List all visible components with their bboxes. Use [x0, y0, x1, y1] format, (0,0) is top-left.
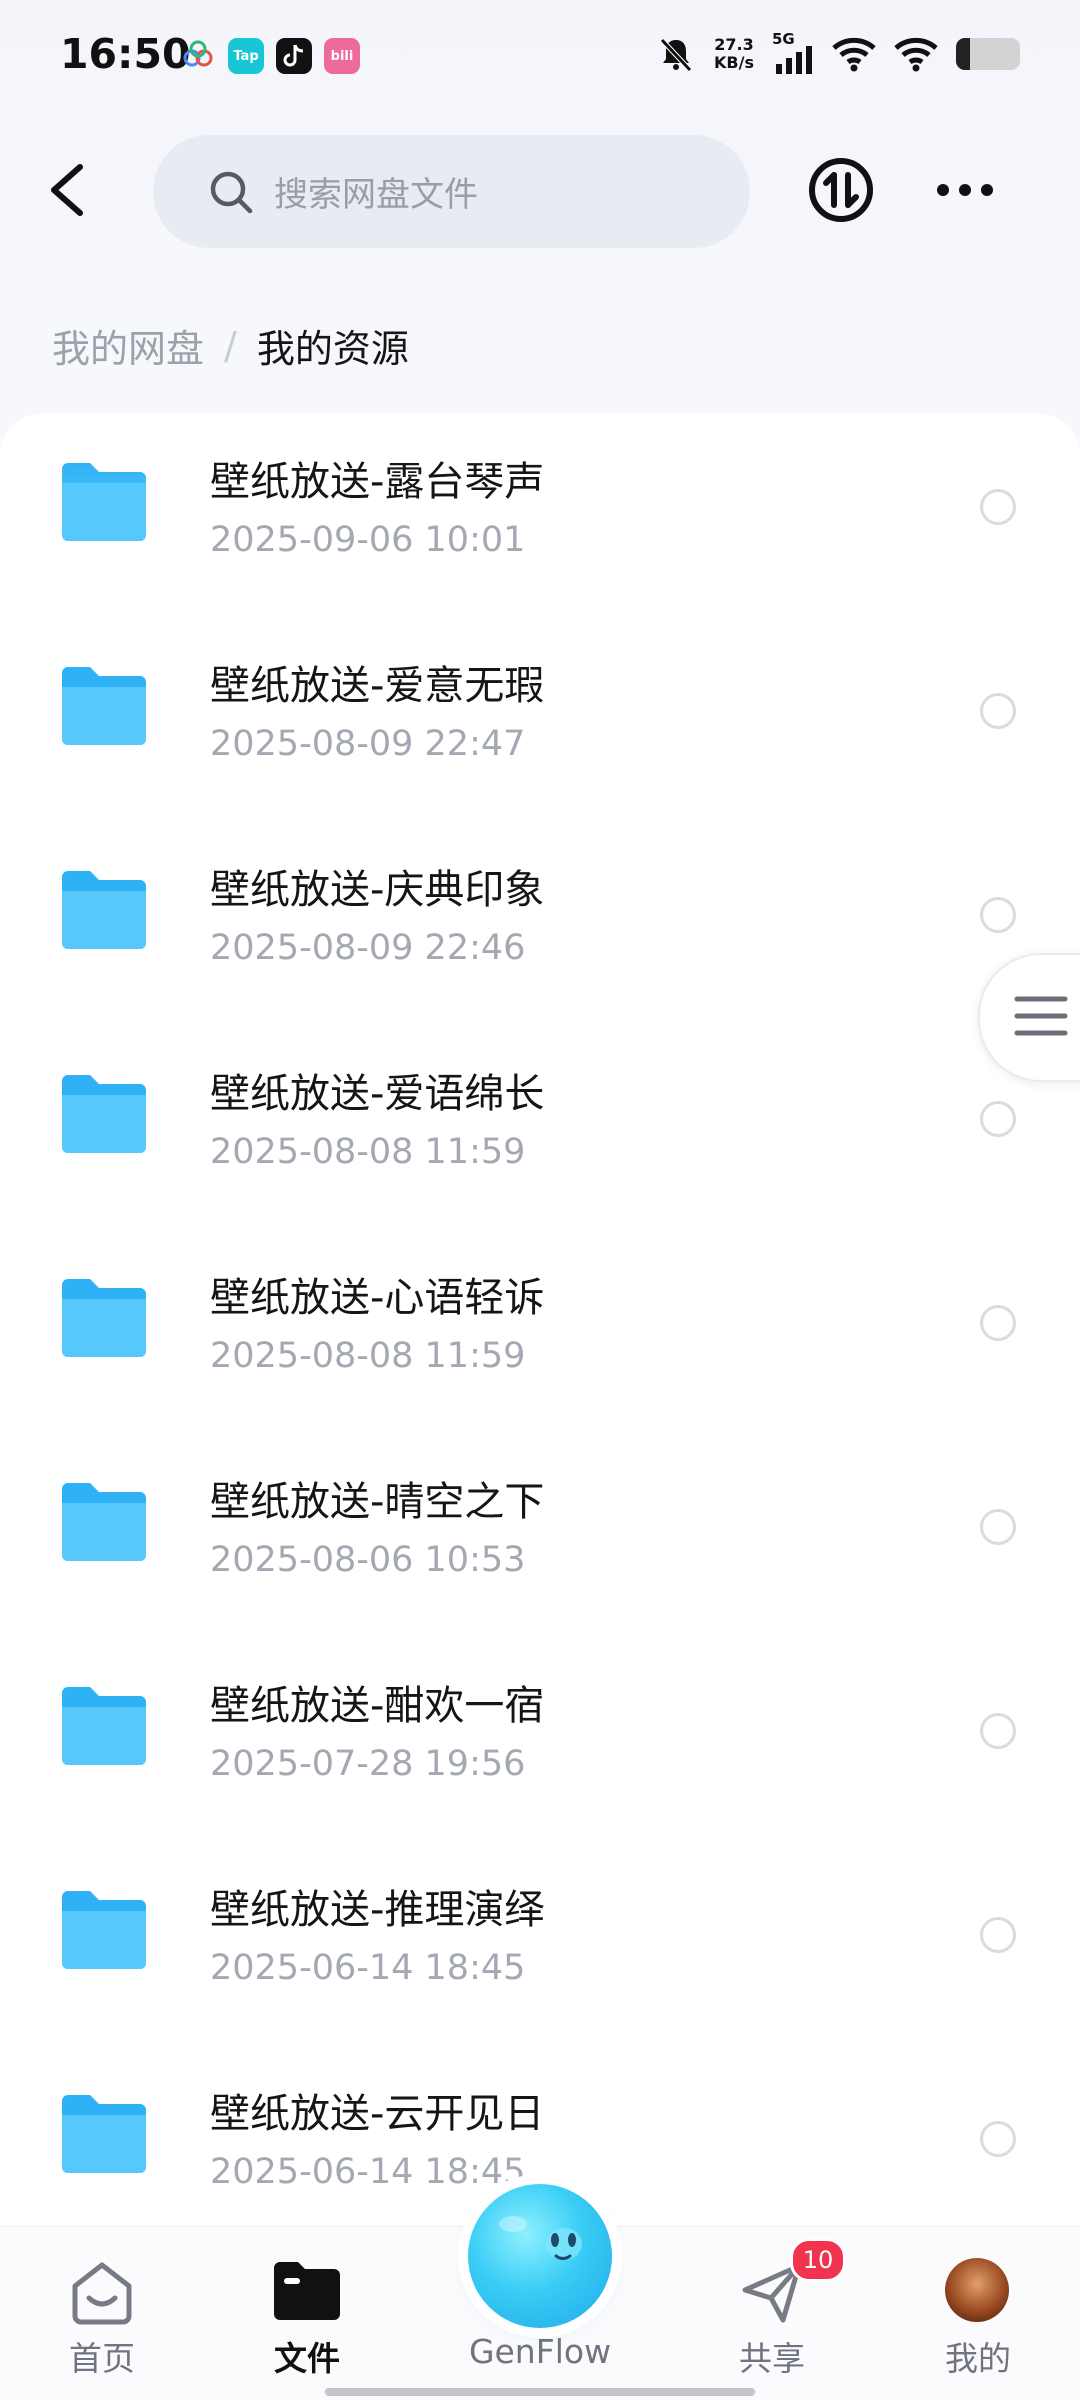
- chevron-left-icon: [51, 164, 83, 216]
- folder-filled-icon: [274, 2262, 340, 2320]
- folder-icon: [62, 667, 146, 745]
- list-item[interactable]: 壁纸放送-庆典印象 2025-08-09 22:46: [0, 821, 1080, 1025]
- nav-home-label: 首页: [69, 2339, 135, 2378]
- file-name: 壁纸放送-心语轻诉: [210, 1275, 545, 1321]
- file-date: 2025-08-08 11:59: [210, 1132, 526, 1172]
- list-item[interactable]: 壁纸放送-晴空之下 2025-08-06 10:53: [0, 1433, 1080, 1637]
- baidu-netdisk-icon: [180, 38, 216, 74]
- genflow-orb-icon[interactable]: [468, 2184, 612, 2328]
- select-checkbox[interactable]: [980, 1101, 1016, 1137]
- more-button[interactable]: [930, 155, 1000, 225]
- header: 搜索网盘文件: [0, 130, 1080, 250]
- breadcrumb: 我的网盘 / 我的资源: [52, 318, 409, 373]
- status-bar: 16:50 Tap bili 27.3 KB/s 5G: [0, 0, 1080, 115]
- nav-home[interactable]: 首页: [2, 2227, 202, 2400]
- list-item[interactable]: 壁纸放送-爱语绵长 2025-08-08 11:59: [0, 1025, 1080, 1229]
- hamburger-icon: [1014, 996, 1068, 1036]
- folder-icon: [62, 463, 146, 541]
- select-checkbox[interactable]: [980, 693, 1016, 729]
- breadcrumb-separator: /: [224, 323, 237, 368]
- file-name: 壁纸放送-庆典印象: [210, 867, 545, 913]
- list-item[interactable]: 壁纸放送-酣欢一宿 2025-07-28 19:56: [0, 1637, 1080, 1841]
- battery-icon: [956, 38, 1020, 70]
- select-checkbox[interactable]: [980, 897, 1016, 933]
- file-date: 2025-08-09 22:47: [210, 724, 526, 764]
- file-date: 2025-09-06 10:01: [210, 520, 526, 560]
- wifi-icon-2: [894, 37, 938, 72]
- file-date: 2025-08-06 10:53: [210, 1540, 526, 1580]
- nav-share-label: 共享: [739, 2339, 805, 2378]
- breadcrumb-root[interactable]: 我的网盘: [52, 318, 204, 373]
- search-placeholder: 搜索网盘文件: [274, 175, 478, 215]
- list-item[interactable]: 壁纸放送-露台琴声 2025-09-06 10:01: [0, 413, 1080, 617]
- folder-icon: [62, 1279, 146, 1357]
- back-button[interactable]: [40, 155, 100, 225]
- nav-genflow-label: GenFlow: [468, 2332, 612, 2371]
- file-date: 2025-08-08 11:59: [210, 1336, 526, 1376]
- status-indicators: 27.3 KB/s 5G: [656, 30, 1020, 74]
- file-name: 壁纸放送-推理演绎: [210, 1887, 545, 1933]
- file-name: 壁纸放送-爱语绵长: [210, 1071, 545, 1117]
- avatar[interactable]: [945, 2258, 1009, 2322]
- folder-icon: [62, 871, 146, 949]
- nav-files-label: 文件: [274, 2339, 340, 2378]
- folder-icon: [62, 1483, 146, 1561]
- file-name: 壁纸放送-晴空之下: [210, 1479, 545, 1525]
- nav-mine-label: 我的: [945, 2339, 1011, 2378]
- list-item[interactable]: 壁纸放送-爱意无瑕 2025-08-09 22:47: [0, 617, 1080, 821]
- select-checkbox[interactable]: [980, 2121, 1016, 2157]
- transfer-button[interactable]: [806, 155, 876, 225]
- select-checkbox[interactable]: [980, 489, 1016, 525]
- file-date: 2025-06-14 18:45: [210, 1948, 526, 1988]
- share-badge: 10: [790, 2238, 846, 2282]
- file-name: 壁纸放送-爱意无瑕: [210, 663, 545, 709]
- folder-icon: [62, 1891, 146, 1969]
- nav-files[interactable]: 文件: [207, 2227, 407, 2400]
- signal-5g-icon: 5G: [772, 30, 814, 74]
- file-name: 壁纸放送-云开见日: [210, 2091, 545, 2137]
- search-icon: [210, 171, 253, 213]
- mute-bell-icon: [660, 38, 692, 72]
- more-dots-icon: [937, 184, 993, 196]
- transfer-icon: [809, 158, 873, 222]
- file-name: 壁纸放送-露台琴声: [210, 459, 545, 505]
- status-app-icons: Tap bili: [180, 38, 360, 74]
- folder-icon: [62, 1687, 146, 1765]
- net-speed: 27.3 KB/s: [714, 35, 754, 72]
- wifi-icon: [832, 37, 876, 72]
- status-time: 16:50: [60, 30, 191, 78]
- file-date: 2025-07-28 19:56: [210, 1744, 526, 1784]
- home-indicator[interactable]: [325, 2388, 755, 2396]
- file-list: 壁纸放送-露台琴声 2025-09-06 10:01 壁纸放送-爱意无瑕 202…: [0, 413, 1080, 2243]
- select-checkbox[interactable]: [980, 1917, 1016, 1953]
- select-checkbox[interactable]: [980, 1305, 1016, 1341]
- tiktok-icon: [276, 38, 312, 74]
- home-icon: [72, 2262, 132, 2325]
- file-name: 壁纸放送-酣欢一宿: [210, 1683, 545, 1729]
- file-date: 2025-08-09 22:46: [210, 928, 526, 968]
- list-item[interactable]: 壁纸放送-推理演绎 2025-06-14 18:45: [0, 1841, 1080, 2045]
- list-item[interactable]: 壁纸放送-心语轻诉 2025-08-08 11:59: [0, 1229, 1080, 1433]
- select-checkbox[interactable]: [980, 1509, 1016, 1545]
- select-checkbox[interactable]: [980, 1713, 1016, 1749]
- bilibili-icon: bili: [324, 38, 360, 74]
- taptap-icon: Tap: [228, 38, 264, 74]
- folder-icon: [62, 1075, 146, 1153]
- breadcrumb-current: 我的资源: [256, 327, 409, 371]
- search-input[interactable]: 搜索网盘文件: [153, 135, 750, 248]
- folder-icon: [62, 2095, 146, 2173]
